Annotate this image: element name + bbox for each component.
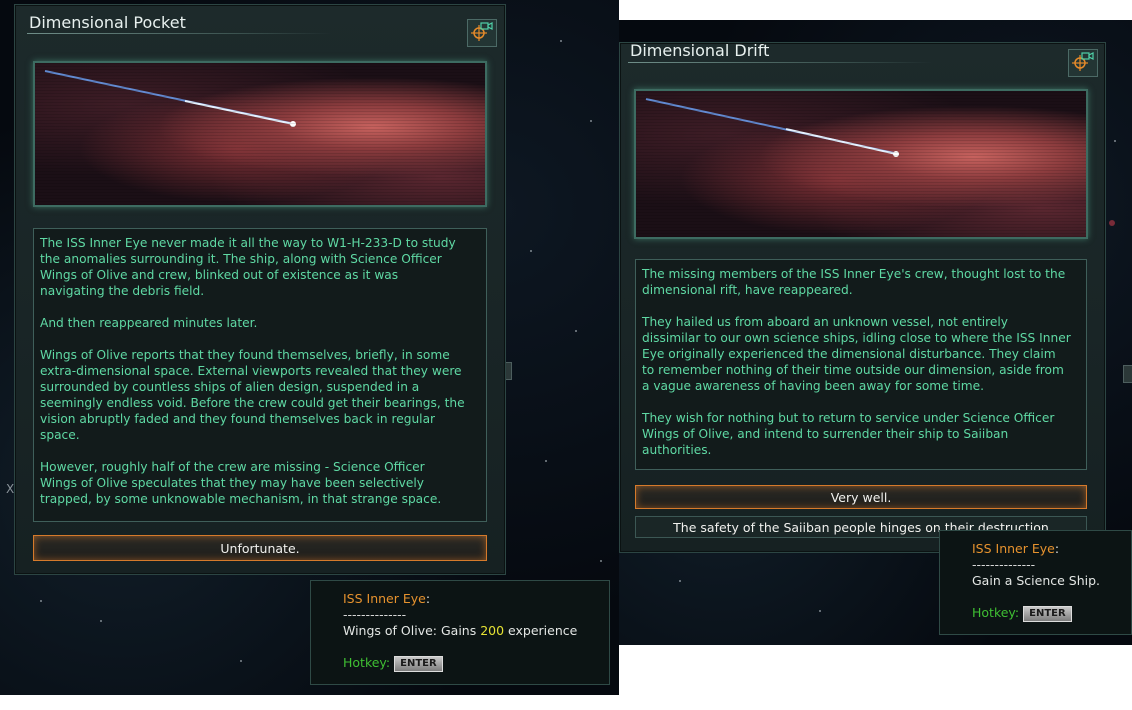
hotkey-label: Hotkey: xyxy=(972,605,1020,620)
paragraph: And then reappeared minutes later. xyxy=(40,316,258,330)
effect-text: Wings of Olive: Gains xyxy=(343,623,481,638)
star xyxy=(600,560,602,562)
star xyxy=(530,250,532,252)
window-title: Dimensional Pocket xyxy=(29,13,186,32)
tooltip-effect: Gain a Science Ship. xyxy=(972,573,1101,588)
paragraph: They wish for nothing but to return to s… xyxy=(642,411,1055,457)
paragraph: The missing members of the ISS Inner Eye… xyxy=(642,267,1066,297)
tooltip-ship-name: ISS Inner Eye xyxy=(972,541,1055,556)
hotkey-label: Hotkey: xyxy=(343,655,391,670)
star xyxy=(1109,220,1115,226)
event-description: The missing members of the ISS Inner Eye… xyxy=(635,259,1087,470)
effect-text-suffix: experience xyxy=(504,623,578,638)
ship-streak-graphic xyxy=(645,98,899,157)
tooltip-colon: : xyxy=(1054,541,1060,556)
title-underline xyxy=(628,62,933,63)
tooltip-separator: -------------- xyxy=(343,607,407,622)
map-scroll-handle[interactable] xyxy=(1123,365,1132,383)
star xyxy=(1114,140,1116,142)
tooltip-separator: -------------- xyxy=(972,557,1036,572)
paragraph: However, roughly half of the crew are mi… xyxy=(40,460,442,506)
event-description: The ISS Inner Eye never made it all the … xyxy=(33,228,487,522)
star xyxy=(819,610,821,612)
event-banner-image xyxy=(33,61,487,207)
tooltip-ship-name: ISS Inner Eye xyxy=(343,591,426,606)
star xyxy=(240,660,242,662)
star xyxy=(545,460,547,462)
option-very-well-button[interactable]: Very well. xyxy=(635,485,1087,509)
tooltip-colon: : xyxy=(425,591,431,606)
event-window-dimensional-pocket: Dimensional Pocket The ISS Inner Eye nev… xyxy=(14,4,506,575)
star xyxy=(100,620,102,622)
locate-camera-icon xyxy=(471,21,493,45)
star xyxy=(40,600,42,602)
locate-camera-button[interactable] xyxy=(467,19,497,47)
hotkey-key-badge: ENTER xyxy=(1023,605,1072,622)
paragraph: Wings of Olive reports that they found t… xyxy=(40,348,465,442)
tooltip-effect: Wings of Olive: Gains 200 experience xyxy=(343,623,597,639)
star xyxy=(679,580,681,582)
option-unfortunate-button[interactable]: Unfortunate. xyxy=(33,535,487,561)
hotkey-key-badge: ENTER xyxy=(394,655,443,672)
star xyxy=(590,120,592,122)
option-tooltip: ISS Inner Eye: -------------- Gain a Sci… xyxy=(939,530,1132,635)
paragraph: They hailed us from aboard an unknown ve… xyxy=(642,315,1071,393)
star xyxy=(560,40,562,42)
star xyxy=(575,330,577,332)
locate-camera-icon xyxy=(1072,51,1094,75)
window-title: Dimensional Drift xyxy=(630,41,770,60)
ship-streak-graphic xyxy=(44,70,296,127)
event-banner-image xyxy=(634,89,1088,239)
paragraph: The ISS Inner Eye never made it all the … xyxy=(40,236,456,298)
event-window-dimensional-drift: Dimensional Drift The missing members of… xyxy=(619,41,1106,553)
effect-value: 200 xyxy=(480,623,505,638)
locate-camera-button[interactable] xyxy=(1068,49,1098,77)
option-tooltip: ISS Inner Eye: -------------- Wings of O… xyxy=(310,580,610,685)
title-underline xyxy=(27,33,332,34)
